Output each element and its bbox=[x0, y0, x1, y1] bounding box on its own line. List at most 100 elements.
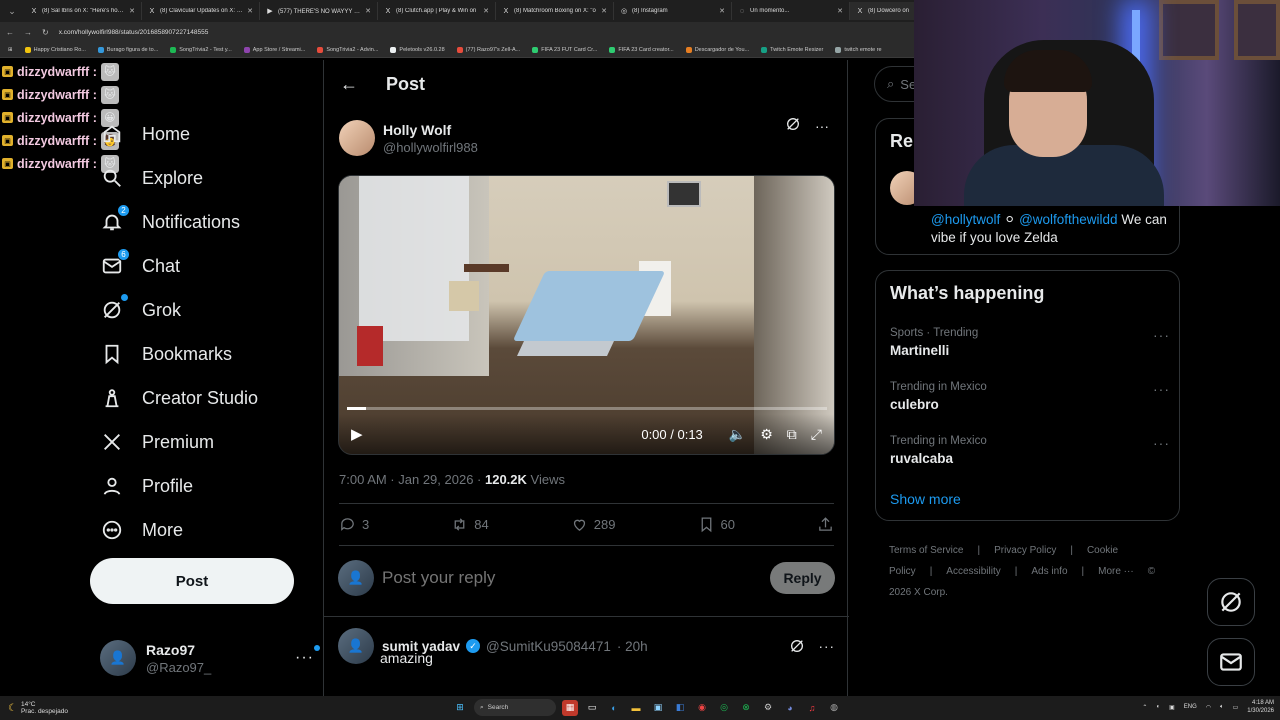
tab-close-icon[interactable]: ✕ bbox=[719, 7, 725, 15]
fullscreen-icon[interactable]: ⤢ bbox=[811, 426, 822, 443]
tab-close-icon[interactable]: ✕ bbox=[247, 7, 253, 15]
nav-item-creator-studio[interactable]: Creator Studio bbox=[96, 376, 316, 420]
reply-stat-button[interactable]: 3 bbox=[339, 516, 369, 533]
store-icon[interactable]: ◧ bbox=[672, 700, 688, 716]
nav-item-grok[interactable]: Grok bbox=[96, 288, 316, 332]
nav-item-premium[interactable]: Premium bbox=[96, 420, 316, 464]
tab-close-icon[interactable]: ✕ bbox=[837, 7, 843, 15]
grok-icon[interactable] bbox=[789, 638, 805, 654]
bookmark-item[interactable]: FIFA 23 Card creator... bbox=[609, 46, 674, 53]
author-handle[interactable]: @hollywolfirl988 bbox=[383, 140, 478, 155]
back-nav-icon[interactable]: ← bbox=[6, 28, 14, 37]
tab-close-icon[interactable]: ✕ bbox=[601, 7, 607, 15]
settings-gear-icon[interactable]: ⚙ bbox=[760, 426, 773, 443]
bookmark-item[interactable]: Descargador de You... bbox=[685, 46, 749, 53]
volume-icon[interactable]: 🔈 bbox=[729, 426, 746, 443]
nav-item-more[interactable]: More bbox=[96, 508, 316, 552]
footer-link[interactable]: Ads info bbox=[1031, 566, 1067, 577]
bookmark-item[interactable]: Burago figura de to... bbox=[97, 46, 158, 53]
photos-icon[interactable]: ▣ bbox=[650, 700, 666, 716]
settings-icon[interactable]: ⚙ bbox=[760, 700, 776, 716]
bookmark-item[interactable]: Happy Cristiano Ro... bbox=[24, 46, 86, 53]
video-progress-bar[interactable] bbox=[347, 407, 827, 410]
browser-tab[interactable]: ◎ (8) Instagram ✕ bbox=[614, 2, 732, 20]
trend-item[interactable]: Trending in Mexico culebro ··· bbox=[890, 381, 1170, 421]
windows-start-icon[interactable]: ⊞ bbox=[452, 700, 468, 716]
bookmark-item[interactable]: Peletools v26.0.28 bbox=[390, 46, 445, 53]
task-view-icon[interactable]: ▭ bbox=[584, 700, 600, 716]
trend-item[interactable]: Sports · Trending Martinelli ··· bbox=[890, 327, 1170, 367]
nav-item-bookmarks[interactable]: Bookmarks bbox=[96, 332, 316, 376]
spotify-icon[interactable]: ◎ bbox=[716, 700, 732, 716]
post-more-icon[interactable]: ··· bbox=[815, 118, 829, 134]
reply-post[interactable]: 👤 sumit yadav ✓ @SumitKu95084471 · 20h ·… bbox=[338, 628, 835, 666]
folder-icon[interactable]: ▬ bbox=[628, 700, 644, 716]
play-icon[interactable]: ▶ bbox=[351, 425, 363, 443]
address-input[interactable]: x.com/hollywolfirl988/status/20168589072… bbox=[59, 29, 209, 36]
reply-button[interactable]: Reply bbox=[770, 562, 835, 594]
repost-stat-button[interactable]: 84 bbox=[451, 516, 489, 533]
apps-icon[interactable]: ⊞ bbox=[8, 47, 13, 53]
browser-tab[interactable]: X (8) Sal Ibris on X: "Here's how y ✕ bbox=[24, 2, 142, 20]
bio-mention[interactable]: @wolfofthewildd bbox=[1019, 212, 1118, 227]
forward-nav-icon[interactable]: → bbox=[24, 28, 32, 37]
pip-icon[interactable]: ⧉ bbox=[787, 426, 797, 443]
music-icon[interactable]: ♫ bbox=[804, 700, 820, 716]
like-stat-button[interactable]: 289 bbox=[571, 516, 615, 533]
battery-icon[interactable]: ▭ bbox=[1233, 704, 1239, 711]
wifi-icon[interactable]: ◠ bbox=[1206, 704, 1211, 711]
reply-more-icon[interactable]: ··· bbox=[819, 639, 836, 654]
post-button[interactable]: Post bbox=[90, 558, 294, 604]
tray-app-icon[interactable]: ▣ bbox=[1169, 704, 1175, 711]
browser-tab[interactable]: ◌ Un momento... ✕ bbox=[732, 2, 850, 20]
account-more-icon[interactable]: ··· bbox=[295, 645, 320, 667]
browser-tab[interactable]: X (8) Clavicular Updates on X: "N ✕ bbox=[142, 2, 260, 20]
app-icon[interactable]: ▦ bbox=[562, 699, 578, 716]
account-switcher[interactable]: 👤 Razo97 @Razo97_ ··· bbox=[100, 638, 320, 678]
share-button[interactable] bbox=[817, 516, 834, 533]
bookmark-item[interactable]: App Store / Streami... bbox=[243, 46, 305, 53]
bookmark-item[interactable]: twitch emote re bbox=[835, 46, 882, 53]
reload-icon[interactable]: ↻ bbox=[42, 28, 49, 37]
bookmark-item[interactable]: FIFA 23 FUT Card Cr... bbox=[532, 46, 597, 53]
obs-icon[interactable]: ◍ bbox=[826, 700, 842, 716]
footer-link[interactable]: Accessibility bbox=[946, 566, 1000, 577]
avatar[interactable]: 👤 bbox=[338, 628, 374, 664]
bookmark-item[interactable]: (77) Razo97's Zell-A... bbox=[456, 46, 520, 53]
author-name[interactable]: Holly Wolf bbox=[383, 122, 478, 138]
nav-item-explore[interactable]: Explore bbox=[96, 156, 316, 200]
discord-icon[interactable]: ◕ bbox=[782, 700, 798, 716]
browser-tab[interactable]: X (8) Clutch.app | Play & Win on ✕ bbox=[378, 2, 496, 20]
reply-time[interactable]: · 20h bbox=[617, 639, 648, 654]
tray-chevron-icon[interactable]: ⌃ bbox=[1142, 704, 1147, 711]
post-timestamp[interactable]: 7:00 AM · Jan 29, 2026 · bbox=[339, 472, 485, 487]
clock[interactable]: 4:18 AM 1/30/2026 bbox=[1247, 699, 1274, 715]
trend-more-icon[interactable]: ··· bbox=[1153, 435, 1170, 451]
tab-close-icon[interactable]: ✕ bbox=[365, 7, 371, 15]
reply-input[interactable] bbox=[382, 568, 762, 588]
bookmark-item[interactable]: Twitch Emote Resizer bbox=[761, 46, 823, 53]
show-more-link[interactable]: Show more bbox=[890, 491, 961, 507]
grok-fab-button[interactable] bbox=[1207, 578, 1255, 626]
messages-fab-button[interactable] bbox=[1207, 638, 1255, 686]
trend-more-icon[interactable]: ··· bbox=[1153, 327, 1170, 343]
bookmark-item[interactable]: SongTrivia2 - Advin... bbox=[317, 46, 378, 53]
chrome-icon[interactable]: ◉ bbox=[694, 700, 710, 716]
browser-tab[interactable]: X (8) Matchroom Boxing on X: "o ✕ bbox=[496, 2, 614, 20]
nav-item-notifications[interactable]: 2 Notifications bbox=[96, 200, 316, 244]
trend-more-icon[interactable]: ··· bbox=[1153, 381, 1170, 397]
trend-item[interactable]: Trending in Mexico ruvalcaba ··· bbox=[890, 435, 1170, 475]
footer-link[interactable]: More ··· bbox=[1098, 566, 1134, 577]
tray-app-icon[interactable]: ◐ bbox=[1156, 704, 1160, 710]
edge-icon[interactable]: ◐ bbox=[606, 700, 622, 716]
footer-link[interactable]: Terms of Service bbox=[889, 545, 963, 556]
browser-tab[interactable]: ▶ (577) THERE'S NO WAYYY 😱 (✕ bbox=[260, 2, 378, 20]
volume-icon[interactable]: 🔈︎ bbox=[1220, 704, 1224, 711]
grok-icon[interactable] bbox=[785, 116, 801, 135]
tab-search-icon[interactable]: ⌄ bbox=[0, 0, 24, 22]
nav-item-chat[interactable]: 6 Chat bbox=[96, 244, 316, 288]
author-avatar[interactable] bbox=[339, 120, 375, 156]
xbox-icon[interactable]: ⊗ bbox=[738, 700, 754, 716]
footer-link[interactable]: Privacy Policy bbox=[994, 545, 1056, 556]
bio-mention[interactable]: @hollytwolf bbox=[931, 212, 1000, 227]
